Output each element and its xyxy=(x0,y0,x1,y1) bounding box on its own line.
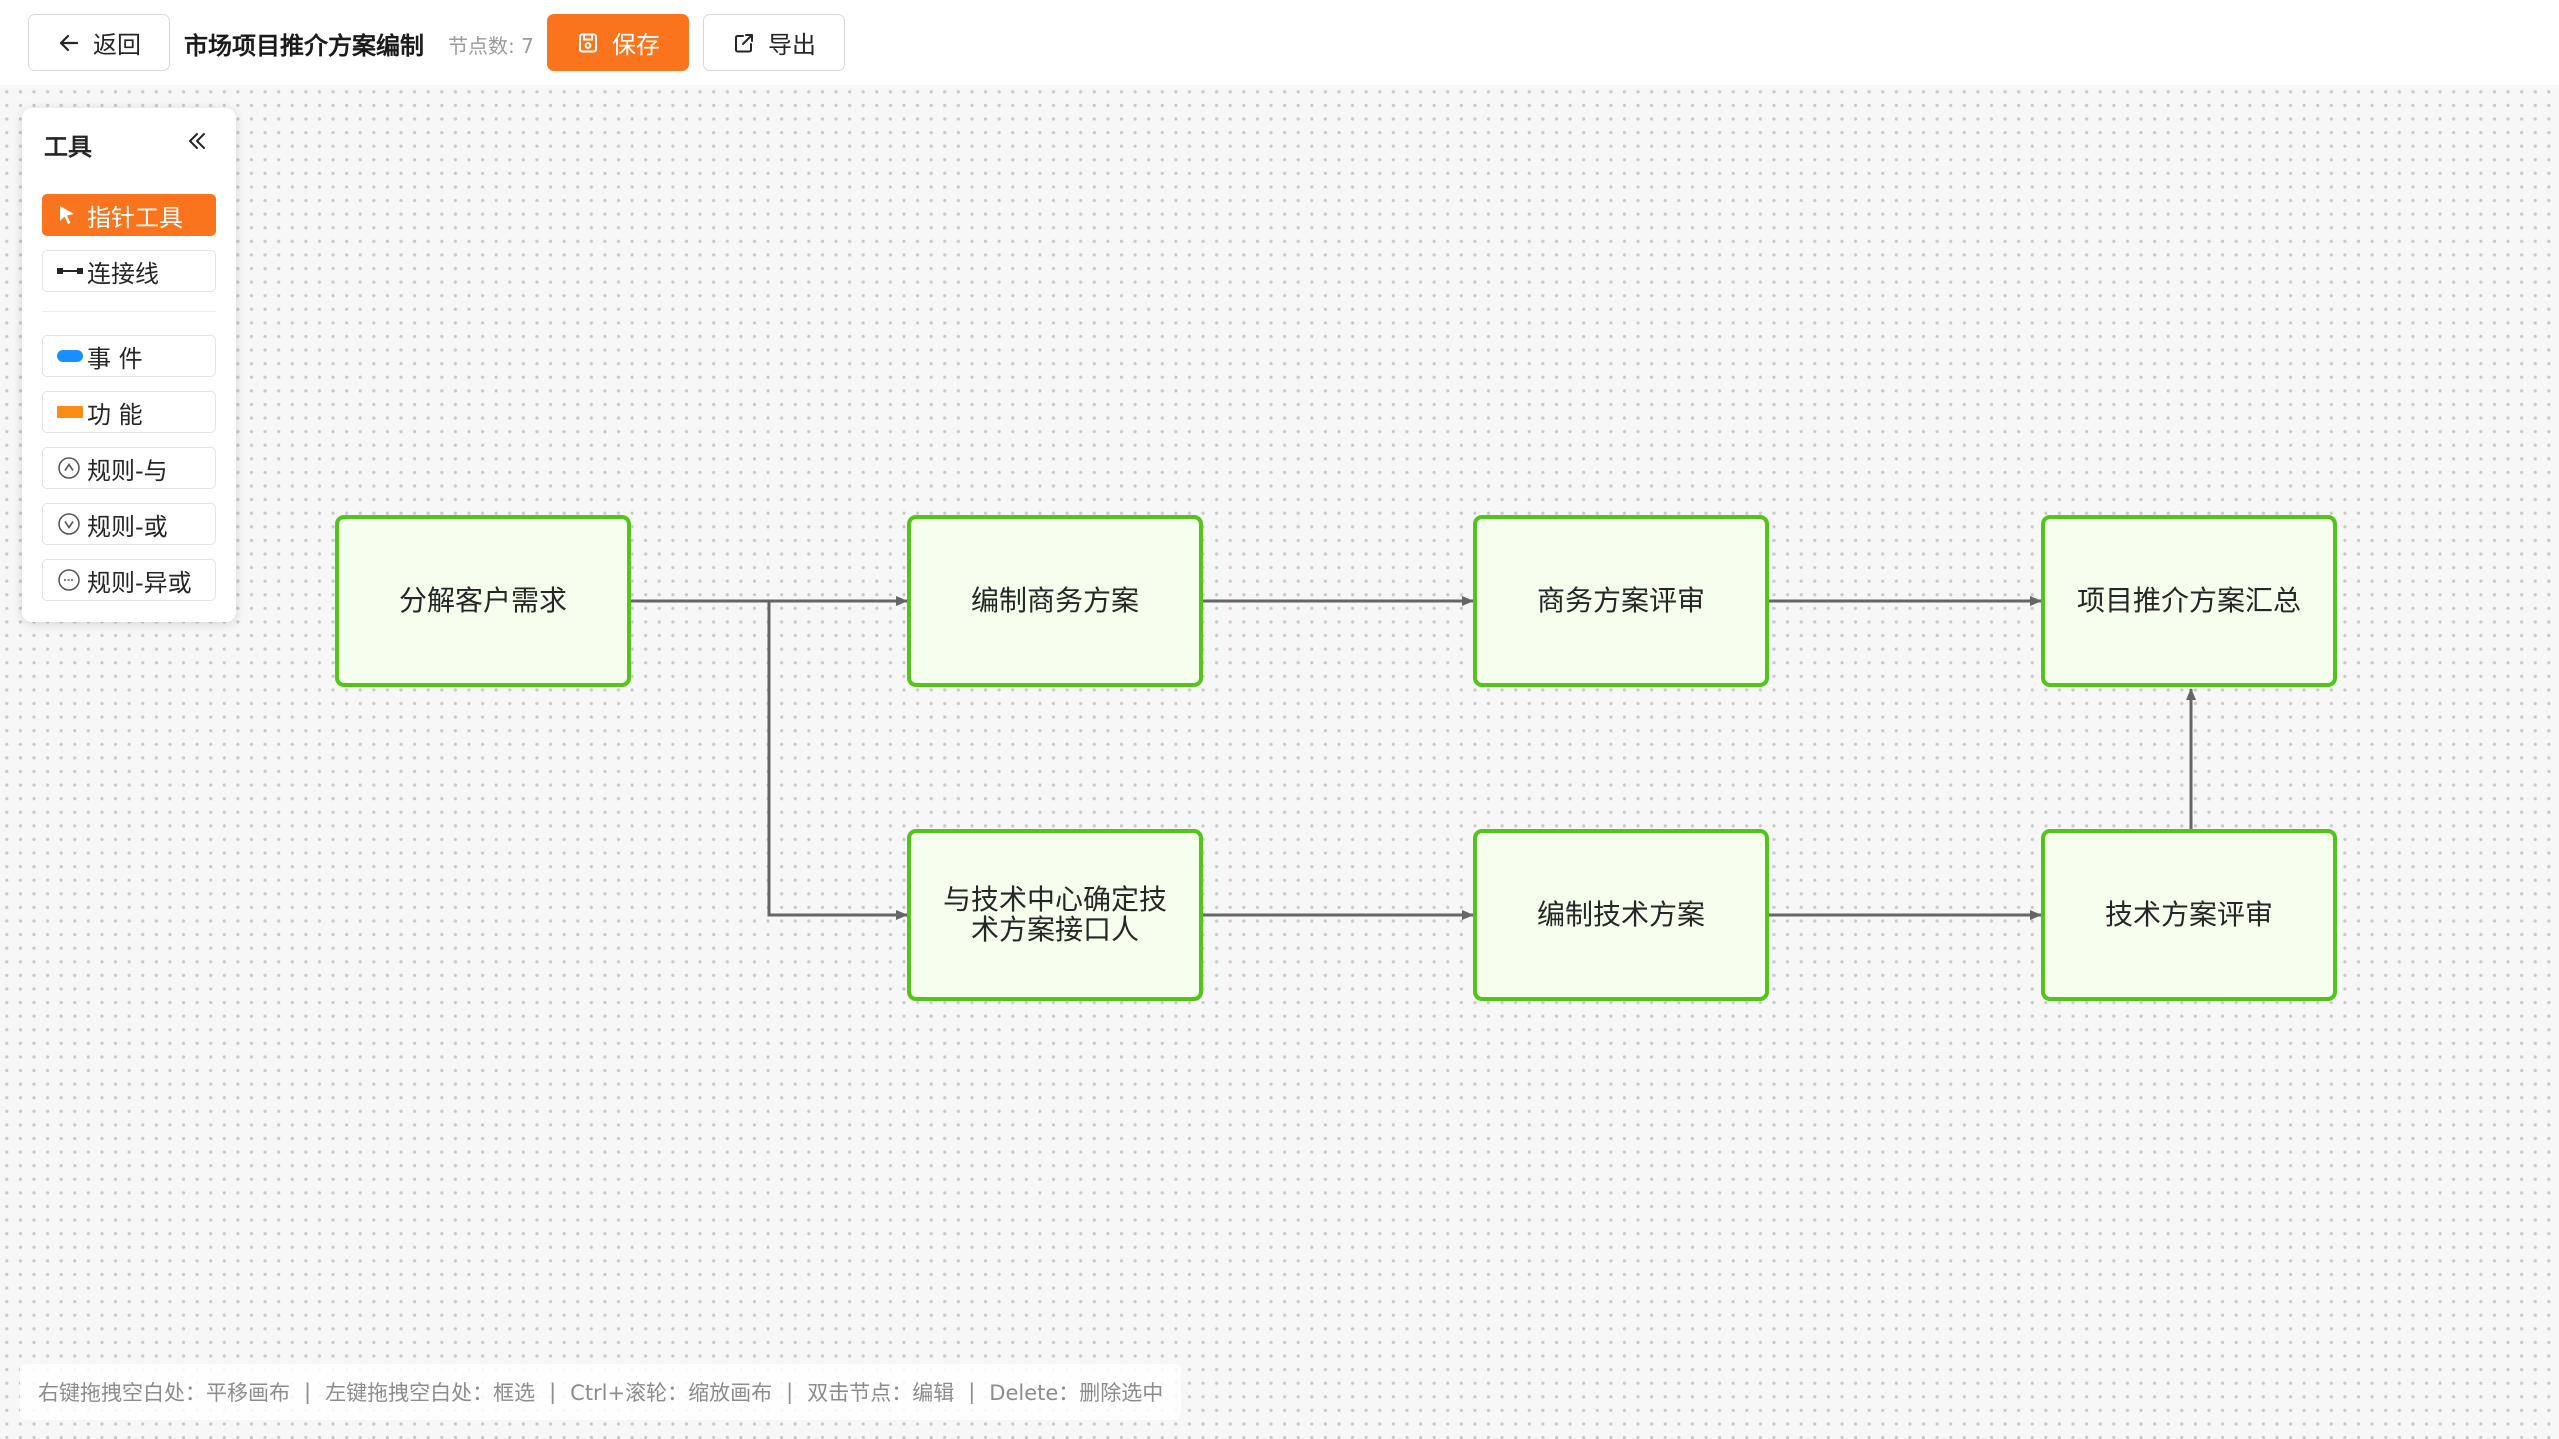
tool-label: 规则-与 xyxy=(87,456,168,485)
rule-and-circle-icon xyxy=(57,456,87,480)
edge-n1-n5[interactable] xyxy=(767,601,908,920)
tool-label: 连接线 xyxy=(87,259,159,288)
tool-label: 指针工具 xyxy=(87,203,183,232)
hint-separator: | xyxy=(786,1380,794,1404)
save-button[interactable]: 保存 xyxy=(547,14,689,71)
hint-separator: | xyxy=(304,1380,312,1404)
node-n1[interactable]: 分解客户需求 xyxy=(335,515,631,687)
hint-separator: | xyxy=(549,1380,557,1404)
hint-zoom: Ctrl+滚轮：缩放画布 xyxy=(570,1381,773,1405)
function-orange-rect-icon xyxy=(57,405,87,419)
shape-rule-xor[interactable]: 规则-异或 xyxy=(42,559,216,601)
export-external-icon xyxy=(732,31,756,55)
double-chevron-left-icon xyxy=(189,133,205,149)
back-button-label: 返回 xyxy=(93,31,141,59)
node-label: 分解客户需求 xyxy=(398,584,567,617)
node-n7[interactable]: 技术方案评审 xyxy=(2041,829,2337,1001)
edges-layer xyxy=(631,596,2196,920)
node-label: 编制技术方案 xyxy=(1536,898,1705,931)
hint-marquee: 左键拖拽空白处：框选 xyxy=(325,1381,536,1405)
save-button-label: 保存 xyxy=(612,31,660,59)
tool-pointer[interactable]: 指针工具 xyxy=(42,194,216,236)
shape-event[interactable]: 事 件 xyxy=(42,335,216,377)
node-label: 编制商务方案 xyxy=(970,584,1139,617)
diagram-canvas[interactable]: 分解客户需求 编制商务方案 商务方案评审 项目推介方案汇总 与技术中心确定技术方… xyxy=(0,85,2559,1439)
node-n4[interactable]: 项目推介方案汇总 xyxy=(2041,515,2337,687)
rule-xor-circle-icon xyxy=(57,568,87,592)
hint-separator: | xyxy=(968,1380,976,1404)
export-button[interactable]: 导出 xyxy=(703,14,845,71)
panel-divider xyxy=(42,311,216,312)
top-toolbar: 返回 市场项目推介方案编制 节点数: 7 保存 导出 xyxy=(0,0,2559,85)
shortcut-hints-bar: 右键拖拽空白处：平移画布 | 左键拖拽空白处：框选 | Ctrl+滚轮：缩放画布… xyxy=(20,1364,1182,1420)
event-blue-pill-icon xyxy=(57,349,87,363)
tool-label: 规则-异或 xyxy=(87,568,192,597)
export-button-label: 导出 xyxy=(768,31,816,59)
shape-rule-or[interactable]: 规则-或 xyxy=(42,503,216,545)
shape-rule-and[interactable]: 规则-与 xyxy=(42,447,216,489)
tool-connector[interactable]: 连接线 xyxy=(42,250,216,292)
back-button[interactable]: 返回 xyxy=(28,14,170,71)
arrow-left-icon xyxy=(57,31,81,55)
node-label: 商务方案评审 xyxy=(1536,584,1705,617)
node-n2[interactable]: 编制商务方案 xyxy=(907,515,1203,687)
collapse-panel-button[interactable] xyxy=(180,124,214,158)
save-disk-icon xyxy=(576,31,600,55)
tool-panel-title: 工具 xyxy=(44,133,92,161)
node-n6[interactable]: 编制技术方案 xyxy=(1473,829,1769,1001)
node-n3[interactable]: 商务方案评审 xyxy=(1473,515,1769,687)
tool-label: 规则-或 xyxy=(87,512,168,541)
shape-function[interactable]: 功 能 xyxy=(42,391,216,433)
rule-or-circle-icon xyxy=(57,512,87,536)
node-count: 节点数: 7 xyxy=(448,34,534,58)
pointer-arrow-icon xyxy=(57,204,87,226)
tool-label: 事 件 xyxy=(87,344,143,373)
node-label: 项目推介方案汇总 xyxy=(2076,584,2301,617)
document-title: 市场项目推介方案编制 xyxy=(184,32,424,60)
tool-label: 功 能 xyxy=(87,400,143,429)
hint-pan: 右键拖拽空白处：平移画布 xyxy=(38,1381,290,1405)
node-label: 与技术中心确定技术方案接口人 xyxy=(942,883,1167,946)
node-n5[interactable]: 与技术中心确定技术方案接口人 xyxy=(907,829,1203,1001)
hint-delete: Delete：删除选中 xyxy=(989,1381,1164,1405)
node-label: 技术方案评审 xyxy=(2104,898,2273,931)
tool-panel: 工具 指针工具 连接线 事 件 功 能 规则-与 规则-或 规则-异或 xyxy=(22,108,236,622)
hint-edit: 双击节点：编辑 xyxy=(807,1381,955,1405)
connector-line-icon xyxy=(57,265,87,277)
